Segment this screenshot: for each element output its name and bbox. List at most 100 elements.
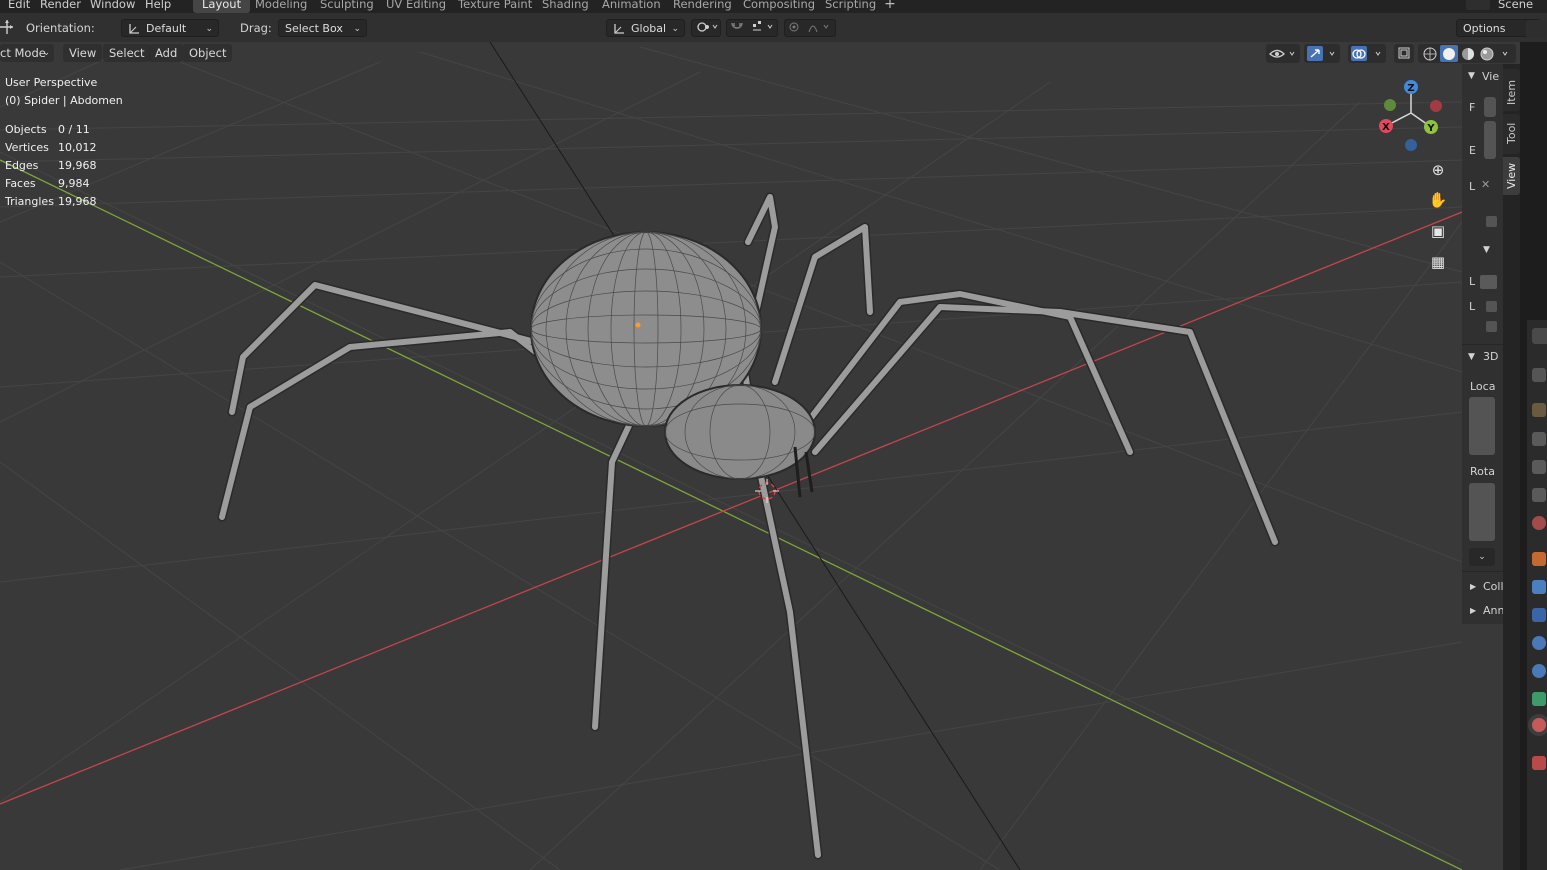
stat-key: Edges	[5, 159, 39, 172]
object-properties-icon[interactable]	[1532, 552, 1546, 566]
stat-value: 10,012	[58, 141, 97, 154]
menu-object[interactable]: Object	[183, 44, 233, 62]
clip-field[interactable]	[1484, 121, 1496, 159]
tab-layout[interactable]: Layout	[193, 0, 251, 13]
stat-key: Faces	[5, 177, 36, 190]
proportional-editing-button[interactable]	[784, 19, 836, 37]
tab-item[interactable]: Item	[1503, 69, 1520, 111]
editor-type-icon[interactable]	[1526, 20, 1546, 38]
constraints-properties-icon[interactable]	[1532, 664, 1546, 678]
tab-tool[interactable]: Tool	[1503, 114, 1520, 154]
tab-texture-paint[interactable]: Texture Paint	[449, 0, 541, 13]
pan-hand-icon[interactable]: ✋	[1425, 187, 1451, 213]
transform-orientation-dropdown[interactable]: Global ⌄	[606, 19, 685, 37]
view-panel-header[interactable]: Vie	[1482, 70, 1499, 83]
expand-arrow-icon[interactable]: ▶	[1470, 582, 1476, 591]
checkbox[interactable]	[1486, 321, 1497, 332]
scene-selector-icon[interactable]	[1466, 0, 1490, 10]
statistics-overlay: Objects 0 / 11 Vertices 10,012 Edges 19,968…	[5, 121, 97, 211]
physics-properties-icon[interactable]	[1532, 636, 1546, 650]
checkbox[interactable]	[1486, 216, 1497, 227]
tab-modeling[interactable]: Modeling	[246, 0, 316, 13]
mode-value: ct Mode	[0, 46, 46, 60]
view-layer-properties-icon[interactable]	[1532, 460, 1546, 474]
render-properties-icon[interactable]	[1532, 403, 1546, 417]
spider-model[interactable]	[217, 192, 1280, 860]
menu-view[interactable]: View	[63, 44, 103, 62]
snap-button[interactable]	[726, 19, 778, 37]
tab-animation[interactable]: Animation	[593, 0, 670, 13]
xray-button[interactable]	[1394, 44, 1414, 63]
menu-edit[interactable]: Edit	[8, 0, 30, 11]
expand-arrow-icon[interactable]: ▶	[1470, 606, 1476, 615]
overlays-icon	[1351, 46, 1381, 61]
data-properties-icon[interactable]	[1532, 692, 1546, 706]
orientation-value: Default	[146, 22, 187, 35]
tool-properties-icon[interactable]	[1532, 368, 1546, 382]
rotation-fields[interactable]	[1469, 483, 1495, 541]
perspective-toggle-icon[interactable]: ▦	[1425, 249, 1451, 275]
checkbox[interactable]	[1486, 301, 1497, 312]
viewport-info: User Perspective (0) Spider | Abdomen	[5, 74, 123, 110]
tab-uv-editing[interactable]: UV Editing	[377, 0, 455, 13]
divider	[1462, 571, 1503, 572]
material-properties-icon[interactable]	[1532, 718, 1546, 732]
stat-value: 19,968	[58, 195, 97, 208]
tab-view[interactable]: View	[1503, 157, 1520, 195]
location-fields[interactable]	[1469, 397, 1495, 455]
menu-help[interactable]: Help	[145, 0, 171, 11]
annotations-section-header[interactable]: Ann	[1483, 604, 1504, 617]
3d-viewport[interactable]: User Perspective (0) Spider | Abdomen Ob…	[0, 42, 1462, 870]
tab-compositing[interactable]: Compositing	[734, 0, 824, 13]
scene-properties-icon[interactable]	[1532, 488, 1546, 502]
global-axis-icon	[614, 24, 624, 34]
properties-header-button[interactable]	[1532, 328, 1547, 344]
collapse-arrow-icon[interactable]: ▼	[1468, 352, 1475, 362]
pivot-icon	[697, 22, 718, 32]
chevron-down-icon: ⌄	[671, 24, 679, 34]
tab-scripting[interactable]: Scripting	[816, 0, 885, 13]
menu-render[interactable]: Render	[40, 0, 81, 11]
zoom-icon[interactable]: ⊕	[1425, 157, 1451, 183]
eye-icon	[1269, 49, 1295, 58]
chevron-down-icon: ⌄	[205, 24, 213, 34]
transform-tool-icon[interactable]	[0, 19, 14, 35]
focal-length-field[interactable]	[1484, 97, 1496, 117]
menu-add[interactable]: Add	[149, 44, 184, 62]
output-properties-icon[interactable]	[1532, 432, 1546, 446]
proportional-edit-icon	[789, 22, 829, 33]
visibility-button[interactable]	[1266, 44, 1300, 63]
collapse-arrow-icon[interactable]: ▼	[1468, 71, 1475, 81]
3d-cursor-section-header[interactable]: 3D	[1483, 350, 1498, 363]
clear-icon[interactable]: ✕	[1481, 178, 1490, 191]
modifier-properties-icon[interactable]	[1532, 580, 1546, 594]
menu-select[interactable]: Select	[103, 44, 151, 62]
tab-shading[interactable]: Shading	[533, 0, 598, 13]
drag-dropdown[interactable]: Select Box ⌄	[278, 19, 367, 37]
pivot-point-button[interactable]	[691, 19, 721, 37]
chevron-down-icon: ⌄	[42, 48, 50, 58]
shading-mode-buttons[interactable]	[1418, 44, 1516, 63]
add-workspace-button[interactable]: +	[883, 0, 897, 12]
texture-properties-icon[interactable]	[1532, 756, 1546, 770]
gizmo-icon	[1307, 46, 1335, 61]
tab-sculpting[interactable]: Sculpting	[311, 0, 383, 13]
gizmo-toggle-button[interactable]	[1304, 44, 1340, 63]
tab-rendering[interactable]: Rendering	[664, 0, 741, 13]
particles-properties-icon[interactable]	[1532, 608, 1546, 622]
camera-view-icon[interactable]: ▣	[1425, 218, 1451, 244]
navigation-gizmo[interactable]: Z Y X	[1375, 77, 1450, 152]
world-properties-icon[interactable]	[1532, 516, 1546, 530]
lock-label: L	[1469, 180, 1476, 193]
divider	[1462, 344, 1503, 345]
eyedropper-icon[interactable]	[1480, 275, 1497, 289]
rotation-mode-dropdown[interactable]: ⌄	[1469, 548, 1495, 566]
orientation-dropdown[interactable]: Default ⌄	[121, 19, 219, 37]
menu-window[interactable]: Window	[90, 0, 135, 11]
chevron-down-icon[interactable]: ▼	[1483, 245, 1490, 255]
mode-dropdown[interactable]: ct Mode ⌄	[0, 44, 54, 62]
scene-name[interactable]: Scene	[1498, 0, 1533, 11]
sidebar-tabs: Item Tool View	[1503, 64, 1520, 870]
collections-section-header[interactable]: Coll	[1483, 580, 1504, 593]
overlays-button[interactable]	[1348, 44, 1386, 63]
